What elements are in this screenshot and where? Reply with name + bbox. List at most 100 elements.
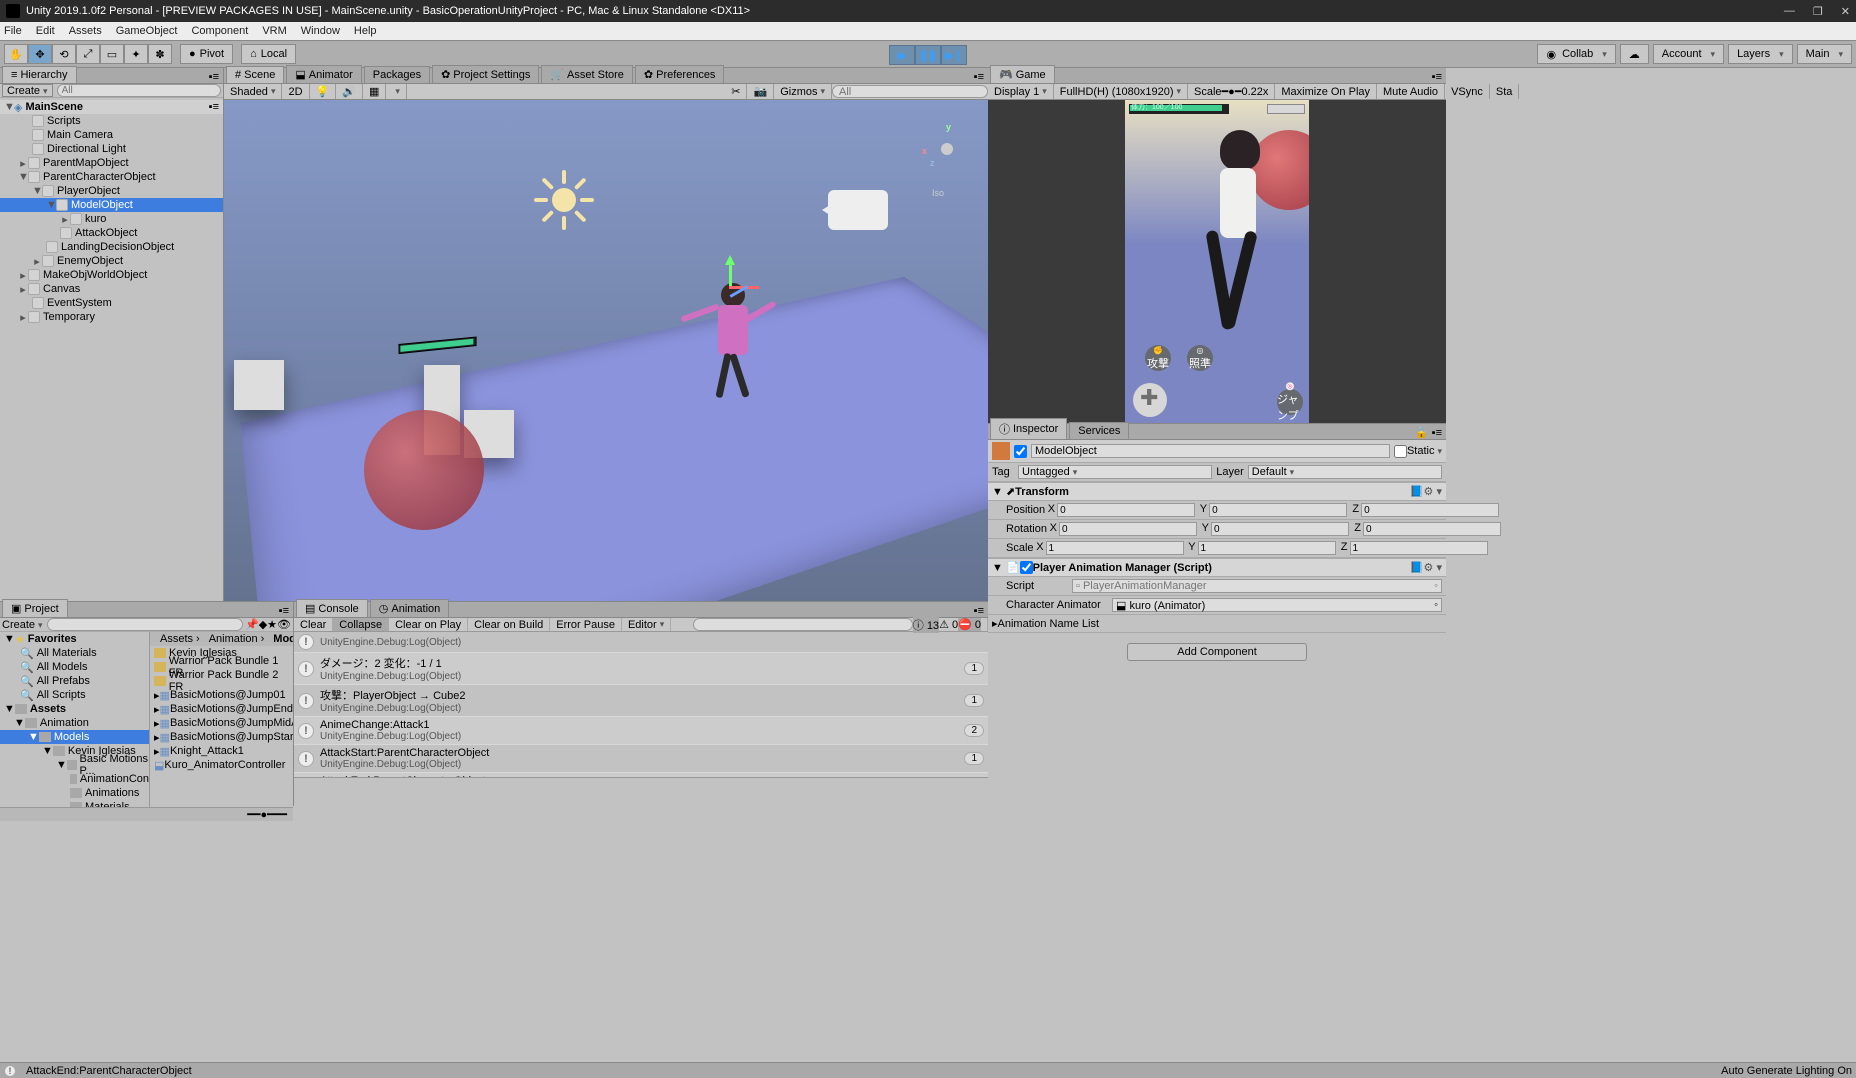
editor-dropdown[interactable]: Editor bbox=[622, 618, 671, 631]
tree-item[interactable]: Scripts bbox=[0, 114, 223, 128]
display-dropdown[interactable]: Display 1 bbox=[988, 84, 1054, 99]
step-button[interactable]: ▶❙ bbox=[941, 45, 967, 65]
minimize-button[interactable]: — bbox=[1784, 5, 1795, 17]
component-help-icon[interactable]: 📘 bbox=[1410, 485, 1424, 498]
log-entry[interactable]: !UnityEngine.Debug:Log(Object) bbox=[294, 632, 988, 653]
static-dropdown[interactable] bbox=[1434, 445, 1442, 457]
project-create-button[interactable]: Create bbox=[2, 619, 43, 631]
stats-toggle[interactable]: Sta bbox=[1490, 84, 1520, 99]
tab-asset-store[interactable]: 🛒 Asset Store bbox=[541, 65, 633, 83]
tree-item[interactable]: ▼ParentCharacterObject bbox=[0, 170, 223, 184]
pivot-toggle[interactable]: ●Pivot bbox=[180, 44, 233, 64]
project-search-input[interactable] bbox=[47, 618, 243, 631]
hand-tool[interactable]: ✋ bbox=[4, 44, 28, 64]
tree-item[interactable]: ▸Temporary bbox=[0, 310, 223, 324]
fav-item[interactable]: 🔍All Models bbox=[0, 660, 149, 674]
component-help-icon[interactable]: 📘 bbox=[1410, 561, 1424, 574]
collab-dropdown[interactable]: ◉ Collab bbox=[1537, 44, 1615, 64]
lighting-toggle[interactable]: 💡 bbox=[310, 84, 337, 99]
tab-inspector[interactable]: ⓘ Inspector bbox=[990, 418, 1067, 439]
account-dropdown[interactable]: Account bbox=[1653, 44, 1724, 64]
local-toggle[interactable]: ⌂Local bbox=[241, 44, 296, 64]
menu-help[interactable]: Help bbox=[354, 25, 377, 37]
layers-dropdown[interactable]: Layers bbox=[1728, 44, 1793, 64]
file-row[interactable]: ▸ ▦ BasicMotions@Jump01 bbox=[150, 688, 293, 702]
menu-file[interactable]: File bbox=[4, 25, 22, 37]
tab-animator[interactable]: ⬓ Animator bbox=[286, 65, 361, 83]
fav-item[interactable]: 🔍All Prefabs bbox=[0, 674, 149, 688]
tab-scene[interactable]: # Scene bbox=[226, 66, 284, 83]
audio-toggle[interactable]: 🔊 bbox=[336, 84, 363, 99]
scale-slider[interactable]: Scale ━●━ 0.22x bbox=[1188, 84, 1275, 99]
rot-y-field[interactable] bbox=[1211, 522, 1349, 536]
tab-services[interactable]: Services bbox=[1069, 422, 1129, 439]
rect-tool[interactable]: ▭ bbox=[100, 44, 124, 64]
gizmos-dropdown[interactable]: Gizmos bbox=[774, 84, 832, 99]
log-entry[interactable]: !ダメージ：2 変化：-1 / 1UnityEngine.Debug:Log(O… bbox=[294, 653, 988, 685]
multi-tool[interactable]: ✽ bbox=[148, 44, 172, 64]
aim-button[interactable]: ◎照準 bbox=[1187, 345, 1213, 371]
tree-item[interactable]: ▼PlayerObject bbox=[0, 184, 223, 198]
component-menu-icon[interactable]: ⚙ ▾ bbox=[1424, 561, 1442, 574]
tree-item[interactable]: Directional Light bbox=[0, 142, 223, 156]
attack-button[interactable]: ✊攻撃 bbox=[1145, 345, 1171, 371]
menu-assets[interactable]: Assets bbox=[69, 25, 102, 37]
tab-project[interactable]: ▣ Project bbox=[2, 599, 68, 617]
thumbnail-slider[interactable]: ━━●━━━ bbox=[247, 808, 287, 821]
warn-filter[interactable]: ⚠ 0 bbox=[939, 618, 958, 631]
hierarchy-tab[interactable]: ≡ Hierarchy bbox=[2, 66, 77, 83]
folder-row[interactable]: Materials bbox=[0, 800, 149, 807]
file-row[interactable]: ▸ ▦ Knight_Attack1 bbox=[150, 744, 293, 758]
collapse-toggle[interactable]: Collapse bbox=[333, 618, 389, 631]
orientation-gizmo[interactable]: y x z Iso bbox=[926, 128, 970, 172]
script-component-header[interactable]: ▼ 📄 Player Animation Manager (Script) 📘 … bbox=[988, 558, 1446, 577]
menu-gameobject[interactable]: GameObject bbox=[116, 25, 178, 37]
dpad-control[interactable] bbox=[1133, 383, 1167, 417]
log-entry[interactable]: !AttackEnd:ParentCharacterObjectUnityEng… bbox=[294, 773, 988, 777]
filter-type-icon[interactable]: ◆ bbox=[259, 618, 267, 631]
file-row[interactable]: ▸ ▦ BasicMotions@JumpStart0 bbox=[150, 730, 293, 744]
clear-on-build-toggle[interactable]: Clear on Build bbox=[468, 618, 550, 631]
log-entry[interactable]: !攻撃：PlayerObject → Cube2UnityEngine.Debu… bbox=[294, 685, 988, 717]
tree-item[interactable]: ▸Canvas bbox=[0, 282, 223, 296]
menu-component[interactable]: Component bbox=[191, 25, 248, 37]
folder-row[interactable]: AnimationCon bbox=[0, 772, 149, 786]
menu-edit[interactable]: Edit bbox=[36, 25, 55, 37]
pos-x-field[interactable] bbox=[1057, 503, 1195, 517]
tree-item[interactable]: EventSystem bbox=[0, 296, 223, 310]
tab-preferences[interactable]: ✿ Preferences bbox=[635, 65, 725, 83]
transform-tool[interactable]: ✦ bbox=[124, 44, 148, 64]
inspector-menu-icon[interactable]: 🔒 ▪≡ bbox=[1411, 426, 1446, 439]
console-search-input[interactable] bbox=[693, 618, 913, 631]
pause-button[interactable]: ❚❚ bbox=[915, 45, 941, 65]
project-menu-icon[interactable]: ▪≡ bbox=[275, 605, 293, 617]
tab-console[interactable]: ▤ Console bbox=[296, 599, 368, 617]
tag-dropdown[interactable]: Untagged bbox=[1018, 465, 1212, 479]
assets-header[interactable]: ▼Assets bbox=[0, 702, 149, 716]
menu-vrm[interactable]: VRM bbox=[262, 25, 286, 37]
menu-window[interactable]: Window bbox=[301, 25, 340, 37]
maximize-button[interactable]: ❐ bbox=[1813, 5, 1823, 18]
static-checkbox[interactable] bbox=[1394, 445, 1407, 458]
close-button[interactable]: ✕ bbox=[1841, 5, 1850, 18]
scl-z-field[interactable] bbox=[1350, 541, 1488, 555]
transform-component-header[interactable]: ▼ ⬈ Transform 📘 ⚙ ▾ bbox=[988, 482, 1446, 501]
hidden-packages-icon[interactable]: 👁 bbox=[277, 618, 291, 631]
tree-item[interactable]: LandingDecisionObject bbox=[0, 240, 223, 254]
tab-game[interactable]: 🎮 Game bbox=[990, 65, 1055, 83]
favorites-header[interactable]: ▼★Favorites bbox=[0, 632, 149, 646]
clear-button[interactable]: Clear bbox=[294, 618, 333, 631]
fx-dropdown[interactable] bbox=[386, 84, 407, 99]
tree-item[interactable]: AttackObject bbox=[0, 226, 223, 240]
animator-field[interactable]: ⬓ kuro (Animator)◦ bbox=[1112, 598, 1442, 612]
object-name-field[interactable] bbox=[1031, 444, 1390, 458]
scene-panel-menu-icon[interactable]: ▪≡ bbox=[970, 71, 988, 83]
play-button[interactable]: ▶ bbox=[889, 45, 915, 65]
tree-item[interactable]: ▸ParentMapObject bbox=[0, 156, 223, 170]
vsync-toggle[interactable]: VSync bbox=[1445, 84, 1490, 99]
file-row[interactable]: Warrior Pack Bundle 2 FR bbox=[150, 674, 293, 688]
active-checkbox[interactable] bbox=[1014, 445, 1027, 458]
tab-packages[interactable]: Packages bbox=[364, 66, 430, 83]
scl-y-field[interactable] bbox=[1198, 541, 1336, 555]
breadcrumb[interactable]: Assets › Animation › Models bbox=[150, 632, 293, 646]
